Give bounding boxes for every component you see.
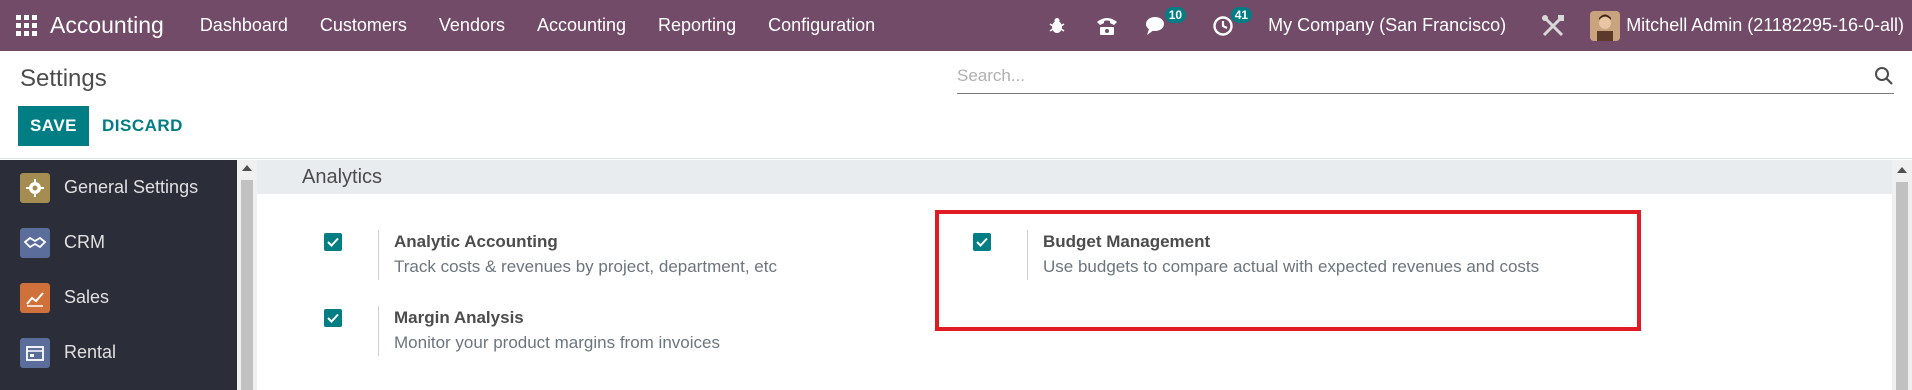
sidebar-item-crm[interactable]: CRM	[0, 215, 237, 270]
phone-icon[interactable]	[1094, 13, 1120, 39]
gear-icon	[20, 172, 50, 203]
app-brand[interactable]: Accounting	[50, 12, 164, 39]
app-menu-icon[interactable]	[16, 14, 40, 38]
messages-icon[interactable]: 10	[1144, 6, 1187, 39]
setting-body: Analytic Accounting Track costs & revenu…	[378, 230, 777, 280]
sidebar-item-sales[interactable]: Sales	[0, 270, 237, 325]
activities-badge: 41	[1230, 6, 1253, 23]
top-navbar: Accounting Dashboard Customers Vendors A…	[0, 0, 1912, 51]
sidebar-item-label: CRM	[64, 232, 105, 252]
setting-analytic-accounting: Analytic Accounting Track costs & revenu…	[324, 230, 777, 280]
sidebar-item-rental[interactable]: Rental	[0, 325, 237, 380]
avatar[interactable]	[1590, 10, 1621, 41]
settings-sidebar: General Settings CRM Sales Rental	[0, 160, 237, 390]
content-scroll-thumb[interactable]	[1896, 182, 1908, 390]
bug-icon[interactable]	[1044, 13, 1070, 39]
menu-accounting[interactable]: Accounting	[521, 15, 642, 36]
menu-vendors[interactable]: Vendors	[423, 15, 521, 36]
setting-body: Margin Analysis Monitor your product mar…	[378, 306, 720, 356]
navbar-systray: 10 41 My Company (San Francisco) Mitchel…	[1032, 0, 1912, 51]
sidebar-scroll-up-arrow[interactable]	[242, 165, 252, 171]
content-scroll-up-arrow[interactable]	[1897, 167, 1907, 173]
sidebar-scroll-thumb[interactable]	[241, 180, 253, 390]
analytic-accounting-checkbox[interactable]	[324, 233, 342, 251]
tools-icon[interactable]	[1540, 13, 1566, 39]
menu-customers[interactable]: Customers	[304, 15, 423, 36]
search-input[interactable]	[957, 60, 1847, 92]
setting-margin-analysis: Margin Analysis Monitor your product mar…	[324, 306, 720, 356]
highlight-box	[935, 210, 1641, 331]
sidebar-item-label: Sales	[64, 287, 110, 307]
handshake-icon	[20, 227, 50, 258]
menu-configuration[interactable]: Configuration	[752, 15, 891, 36]
search-icon[interactable]	[1874, 66, 1894, 91]
section-header: Analytics	[257, 160, 1892, 194]
page-title: Settings	[20, 65, 107, 92]
menu-dashboard[interactable]: Dashboard	[184, 15, 304, 36]
discard-button[interactable]: DISCARD	[102, 106, 183, 146]
menu-reporting[interactable]: Reporting	[642, 15, 752, 36]
setting-title: Margin Analysis	[394, 308, 524, 327]
margin-analysis-checkbox[interactable]	[324, 309, 342, 327]
save-button[interactable]: SAVE	[18, 106, 89, 146]
user-menu[interactable]: Mitchell Admin (21182295-16-0-all)	[1626, 15, 1904, 36]
setting-description: Track costs & revenues by project, depar…	[394, 257, 777, 276]
control-panel: Settings SAVE DISCARD	[0, 51, 1912, 159]
search-bar	[957, 60, 1894, 94]
setting-description: Monitor your product margins from invoic…	[394, 333, 720, 352]
messages-badge: 10	[1164, 6, 1187, 23]
chart-icon	[20, 282, 50, 313]
activities-icon[interactable]: 41	[1210, 6, 1253, 39]
company-switcher[interactable]: My Company (San Francisco)	[1268, 15, 1506, 36]
sidebar-item-label: Rental	[64, 342, 117, 362]
rental-icon	[20, 337, 50, 368]
sidebar-item-label: General Settings	[64, 177, 199, 197]
setting-title: Analytic Accounting	[394, 232, 558, 251]
sidebar-item-general-settings[interactable]: General Settings	[0, 160, 237, 215]
